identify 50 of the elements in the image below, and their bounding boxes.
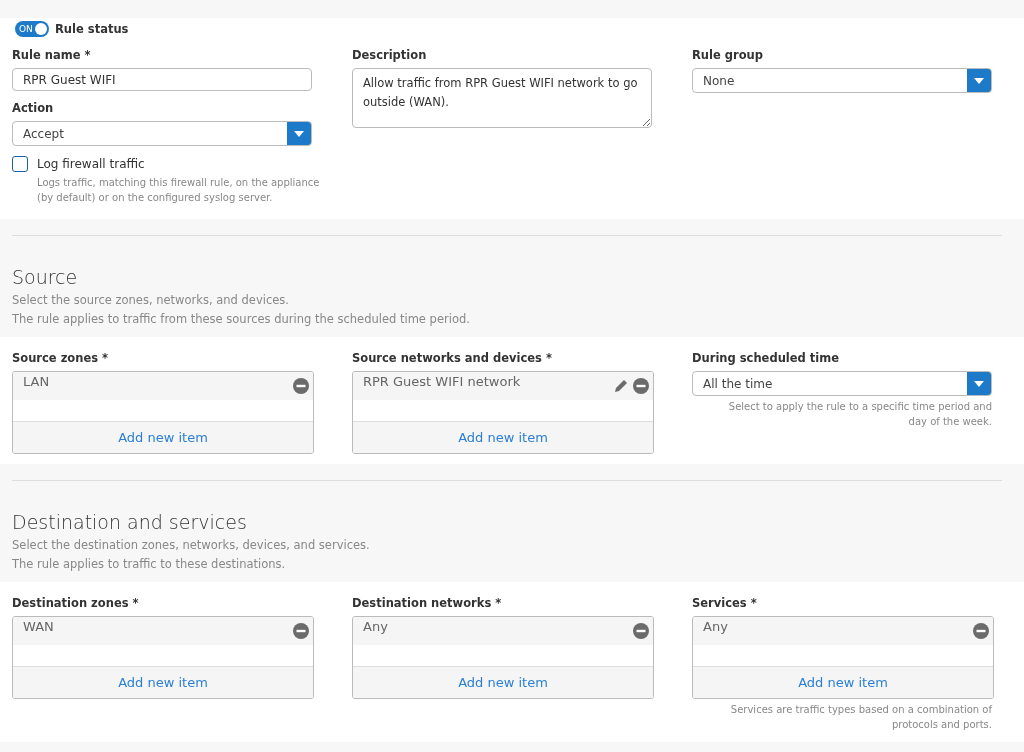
list-item: LAN: [23, 374, 50, 389]
checkbox[interactable]: [12, 156, 28, 172]
field-label: Source zones *: [12, 351, 110, 365]
field-label: Rule name *: [12, 48, 92, 62]
list-item: WAN: [23, 619, 54, 634]
section-description: Select the destination zones, networks, devices, and services.: [12, 537, 371, 554]
field-label: Destination networks *: [352, 596, 503, 610]
caret-icon: [974, 77, 984, 84]
add-item-button[interactable]: Add new item: [353, 422, 653, 453]
list-item: Any: [703, 619, 728, 634]
field-label: Source networks and devices *: [352, 351, 553, 365]
remove-icon[interactable]: [633, 378, 649, 394]
caret-icon: [974, 380, 984, 387]
list-item: RPR Guest WIFI network: [363, 374, 521, 389]
field-label: Rule status: [55, 22, 129, 36]
section-description: The rule applies to traffic to these destinations.: [12, 556, 287, 573]
section-description: The rule applies to traffic from these sources during the scheduled time period.: [12, 311, 471, 328]
list-item: Any: [363, 619, 388, 634]
section-title: Destination and services: [12, 511, 248, 533]
remove-icon[interactable]: [293, 378, 309, 394]
field-label: Description: [352, 48, 428, 62]
hint-text: Services are traffic types based on a combination of protocols and ports.: [729, 703, 994, 732]
dropdown-field[interactable]: None: [692, 68, 992, 93]
dropdown-field[interactable]: Accept: [12, 121, 312, 146]
pencil-icon[interactable]: [613, 378, 629, 394]
remove-icon[interactable]: [633, 623, 649, 639]
toggle-switch[interactable]: ON: [15, 21, 49, 37]
section-title: Source: [12, 266, 79, 288]
add-item-button[interactable]: Add new item: [13, 667, 313, 698]
field-label: Destination zones *: [12, 596, 140, 610]
remove-icon[interactable]: [973, 623, 989, 639]
add-item-button[interactable]: Add new item: [693, 667, 993, 698]
field-label: During scheduled time: [692, 351, 841, 365]
text-area[interactable]: Allow traffic from RPR Guest WIFI network to go outside (WAN).: [352, 68, 652, 128]
dropdown-field[interactable]: All the time: [692, 371, 992, 396]
section-description: Select the source zones, networks, and devices.: [12, 292, 290, 309]
add-item-button[interactable]: Add new item: [353, 667, 653, 698]
checkbox-label: Log firewall traffic: [37, 157, 145, 171]
input-field[interactable]: RPR Guest WIFI: [12, 68, 312, 91]
caret-icon: [294, 130, 304, 137]
hint-text: Select to apply the rule to a specific time period and day of the week.: [727, 400, 993, 429]
remove-icon[interactable]: [293, 623, 309, 639]
field-label: Rule group: [692, 48, 764, 62]
field-label: Services *: [692, 596, 758, 610]
hint-text: Logs traffic, matching this firewall rule, on the appliance (by default) or on the configured syslog server.: [36, 176, 321, 205]
add-item-button[interactable]: Add new item: [13, 422, 313, 453]
dropdown-button[interactable]: [967, 69, 991, 92]
field-label: Action: [12, 101, 55, 115]
dropdown-button[interactable]: [287, 122, 311, 145]
dropdown-button[interactable]: [967, 372, 991, 395]
